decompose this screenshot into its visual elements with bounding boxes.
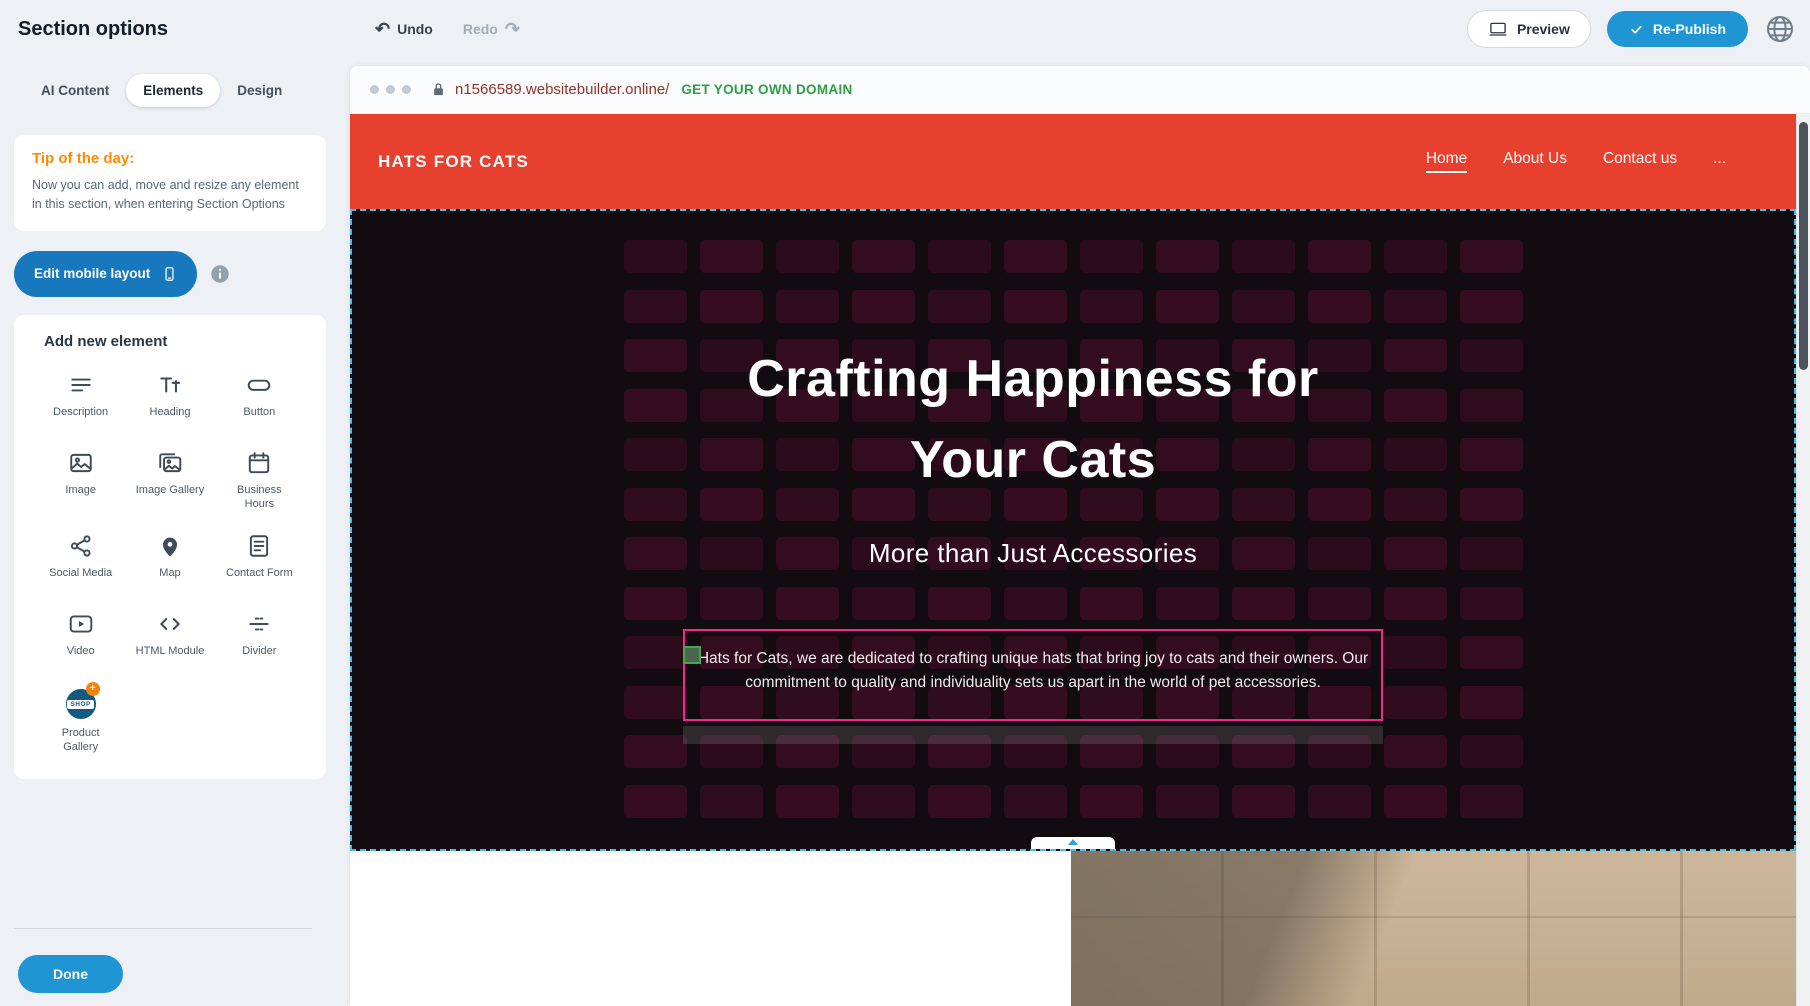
tip-body: Now you can add, move and resize any ele… — [32, 176, 308, 214]
product-gallery-icon: SHOP — [66, 689, 96, 719]
divider-icon — [246, 611, 272, 637]
business-hours-icon — [246, 450, 272, 476]
info-icon — [209, 263, 231, 285]
phone-icon — [162, 263, 177, 285]
site-url: n1566589.websitebuilder.online/ — [455, 81, 669, 98]
add-element-title: Add new element — [44, 333, 326, 350]
pavement-photo — [1071, 851, 1796, 1006]
scrollbar-thumb[interactable] — [1799, 122, 1808, 370]
undo-icon: ↶ — [375, 20, 390, 38]
redo-icon: ↷ — [505, 20, 520, 38]
nav-more[interactable]: ... — [1713, 150, 1726, 173]
add-element-image[interactable]: Image — [36, 438, 125, 522]
sidebar-tabs: AI Content Elements Design — [24, 74, 340, 107]
top-bar: Section options ↶ Undo Redo ↷ Preview Re… — [0, 0, 1810, 58]
hero-section-selected[interactable]: Crafting Happiness for Your Cats More th… — [350, 209, 1796, 851]
undo-label: Undo — [397, 21, 433, 37]
tip-of-the-day-card: Tip of the day: Now you can add, move an… — [14, 135, 326, 231]
contact-form-icon — [246, 533, 272, 559]
edit-mobile-label: Edit mobile layout — [34, 266, 150, 281]
tip-title: Tip of the day: — [32, 150, 308, 167]
map-pin-icon — [157, 533, 183, 559]
check-icon — [1629, 23, 1644, 36]
add-element-divider[interactable]: Divider — [215, 599, 304, 677]
hero-heading[interactable]: Crafting Happiness for Your Cats — [747, 339, 1319, 500]
language-globe-button[interactable] — [1764, 11, 1800, 47]
section-resize-handle[interactable] — [1031, 837, 1115, 851]
code-icon — [157, 611, 183, 637]
nav-home[interactable]: Home — [1426, 150, 1467, 173]
site-logo: HATS FOR CATS — [378, 152, 529, 172]
add-element-card: Add new element Description Heading Butt… — [14, 315, 326, 779]
monitor-icon — [1488, 20, 1508, 38]
republish-button[interactable]: Re-Publish — [1607, 11, 1748, 47]
add-element-html-module[interactable]: HTML Module — [125, 599, 214, 677]
redo-button[interactable]: Redo ↷ — [463, 20, 520, 38]
add-element-video[interactable]: Video — [36, 599, 125, 677]
heading-icon — [157, 372, 183, 398]
mobile-layout-info-button[interactable] — [209, 263, 231, 285]
video-icon — [68, 611, 94, 637]
add-element-social-media[interactable]: Social Media — [36, 521, 125, 599]
get-domain-link[interactable]: GET YOUR OWN DOMAIN — [681, 82, 852, 97]
add-element-button[interactable]: Button — [215, 360, 304, 438]
tab-elements[interactable]: Elements — [126, 74, 220, 107]
browser-bar: n1566589.websitebuilder.online/ GET YOUR… — [350, 66, 1810, 114]
undo-button[interactable]: ↶ Undo — [375, 20, 433, 38]
site-preview-window: n1566589.websitebuilder.online/ GET YOUR… — [350, 66, 1810, 1006]
site-content: HATS FOR CATS Home About Us Contact us .… — [350, 114, 1796, 1006]
add-element-map[interactable]: Map — [125, 521, 214, 599]
redo-label: Redo — [463, 21, 498, 37]
plus-badge-icon — [86, 682, 100, 696]
add-element-business-hours[interactable]: Business Hours — [215, 438, 304, 522]
site-nav: Home About Us Contact us ... — [1426, 150, 1726, 173]
nav-contact-us[interactable]: Contact us — [1603, 150, 1677, 173]
element-grid: Description Heading Button Image — [14, 360, 326, 765]
next-section[interactable] — [350, 851, 1796, 1006]
edit-mobile-layout-button[interactable]: Edit mobile layout — [14, 251, 197, 297]
tab-design[interactable]: Design — [220, 74, 299, 107]
hero-body-text: Hats for Cats, we are dedicated to craft… — [697, 647, 1369, 695]
sidebar: AI Content Elements Design Tip of the da… — [0, 58, 340, 1006]
arrow-up-icon — [1068, 839, 1078, 845]
tab-ai-content[interactable]: AI Content — [24, 74, 126, 107]
resize-handle-left[interactable] — [683, 646, 701, 664]
add-element-product-gallery[interactable]: SHOP Product Gallery — [36, 677, 125, 765]
image-gallery-icon — [157, 450, 183, 476]
image-icon — [68, 450, 94, 476]
window-dot-icon — [386, 85, 395, 94]
mobile-layout-row: Edit mobile layout — [14, 251, 340, 297]
button-icon — [246, 372, 272, 398]
hero-content: Crafting Happiness for Your Cats More th… — [352, 211, 1794, 849]
window-dot-icon — [370, 85, 379, 94]
page-title: Section options — [18, 18, 168, 41]
add-element-description[interactable]: Description — [36, 360, 125, 438]
social-media-icon — [68, 533, 94, 559]
add-element-heading[interactable]: Heading — [125, 360, 214, 438]
sidebar-divider — [14, 928, 312, 929]
done-button[interactable]: Done — [18, 955, 123, 993]
globe-icon — [1764, 13, 1800, 45]
preview-label: Preview — [1517, 21, 1570, 37]
add-element-contact-form[interactable]: Contact Form — [215, 521, 304, 599]
selected-text-element[interactable]: Hats for Cats, we are dedicated to craft… — [683, 629, 1383, 721]
window-controls — [370, 85, 411, 94]
lock-icon — [431, 81, 446, 98]
window-dot-icon — [402, 85, 411, 94]
topbar-actions: Preview Re-Publish — [1467, 10, 1800, 48]
element-ghost-bar — [683, 726, 1383, 744]
site-header: HATS FOR CATS Home About Us Contact us .… — [350, 114, 1796, 209]
add-element-image-gallery[interactable]: Image Gallery — [125, 438, 214, 522]
hero-subheading[interactable]: More than Just Accessories — [869, 538, 1197, 569]
nav-about-us[interactable]: About Us — [1503, 150, 1567, 173]
history-controls: ↶ Undo Redo ↷ — [375, 20, 520, 38]
republish-label: Re-Publish — [1653, 21, 1726, 37]
page-scrollbar[interactable] — [1796, 114, 1810, 1006]
description-icon — [68, 372, 94, 398]
preview-button[interactable]: Preview — [1467, 10, 1591, 48]
